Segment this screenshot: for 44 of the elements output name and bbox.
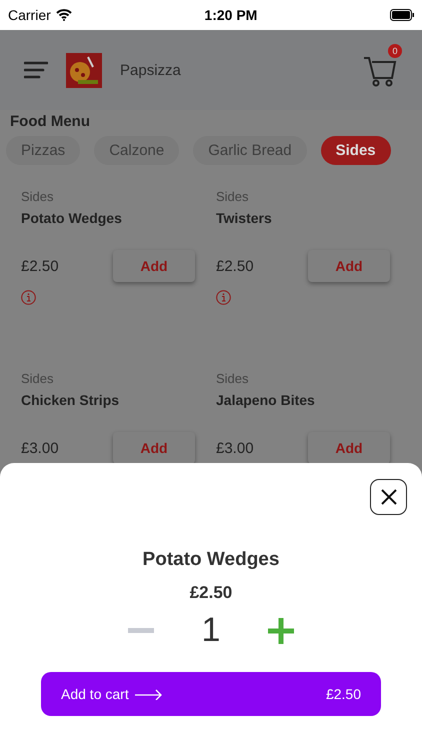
- logo: [66, 52, 102, 88]
- info-icon[interactable]: [21, 290, 36, 305]
- add-to-cart-button[interactable]: Add to cart £2.50: [41, 672, 381, 716]
- quantity-value: 1: [202, 611, 220, 650]
- product-price: £2.50: [190, 583, 232, 603]
- item-name: Potato Wedges: [21, 210, 123, 226]
- item-category: Sides: [216, 189, 250, 204]
- category-tab[interactable]: Calzone: [94, 136, 180, 165]
- add-button[interactable]: Add: [113, 250, 195, 282]
- category-tab[interactable]: Sides: [320, 136, 391, 165]
- item-name: Twisters: [216, 210, 273, 226]
- cart-total: £2.50: [326, 686, 361, 702]
- item-name: Chicken Strips: [21, 392, 120, 408]
- item-category: Sides: [216, 371, 250, 386]
- item-price: £2.50: [21, 258, 59, 274]
- menu-icon[interactable]: [24, 61, 48, 79]
- item-price: £3.00: [216, 440, 254, 456]
- wifi-icon: [56, 9, 72, 21]
- section-title: Food Menu: [9, 112, 91, 130]
- decrease-button[interactable]: [128, 628, 154, 634]
- item-price: £2.50: [216, 258, 254, 274]
- category-tab[interactable]: Pizzas: [6, 136, 80, 165]
- close-icon: [380, 488, 398, 506]
- carrier-label: Carrier: [8, 7, 51, 23]
- arrow-icon: [134, 688, 163, 700]
- item-category: Sides: [21, 371, 55, 386]
- category-tab[interactable]: Garlic Bread: [193, 136, 307, 165]
- item-price: £3.00: [21, 440, 59, 456]
- plus-icon: [268, 618, 294, 644]
- add-button[interactable]: Add: [308, 250, 390, 282]
- increase-button[interactable]: [268, 618, 294, 644]
- add-button[interactable]: Add: [308, 432, 390, 464]
- product-name: Potato Wedges: [142, 549, 280, 571]
- minus-icon: [128, 628, 154, 634]
- info-icon[interactable]: [216, 290, 231, 305]
- close-button[interactable]: [370, 479, 407, 515]
- clock: 1:20 PM: [204, 7, 258, 23]
- add-button[interactable]: Add: [113, 432, 195, 464]
- restaurant-name: Papsizza: [120, 62, 182, 78]
- cart-count-badge: 0: [388, 44, 402, 58]
- item-name: Jalapeno Bites: [216, 392, 316, 408]
- item-category: Sides: [21, 189, 55, 204]
- battery-icon: [390, 9, 414, 21]
- add-to-cart-label: Add to cart: [61, 686, 129, 702]
